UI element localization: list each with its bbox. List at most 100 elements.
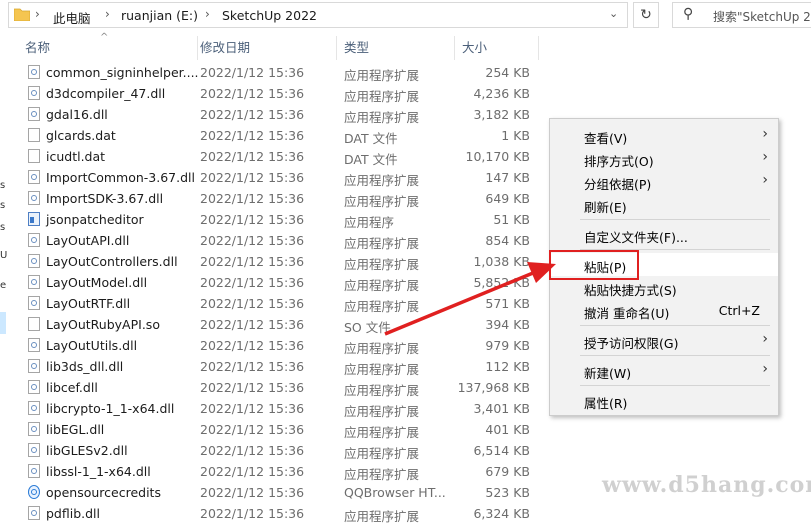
menu-item-new[interactable]: 新建(W) › [550, 359, 778, 382]
file-size: 571 KB [485, 296, 530, 311]
file-row[interactable]: LayOutControllers.dll 2022/1/12 15:36 应用程序… [20, 251, 540, 272]
file-type: 应用程序扩展 [344, 404, 420, 419]
menu-item-undo[interactable]: 撤消 重命名(U) Ctrl+Z [550, 299, 778, 322]
address-bar[interactable]: › 此电脑 › ruanjian (E:) › SketchUp 2022 ⌄ [8, 2, 628, 28]
refresh-button[interactable]: ↻ [633, 2, 659, 28]
breadcrumb-separator-icon: › [205, 7, 210, 21]
file-date: 2022/1/12 15:36 [200, 149, 305, 164]
menu-item-refresh[interactable]: 刷新(E) [550, 193, 778, 216]
file-type: 应用程序扩展 [344, 446, 420, 461]
file-date: 2022/1/12 15:36 [200, 380, 305, 395]
watermark: www.d5hang.com [602, 472, 811, 498]
file-type: 应用程序扩展 [344, 383, 420, 398]
file-date: 2022/1/12 15:36 [200, 443, 305, 458]
file-row[interactable]: LayOutRTF.dll 2022/1/12 15:36 应用程序扩展 571 KB [20, 293, 540, 314]
file-name: glcards.dat [46, 128, 116, 143]
file-row[interactable]: lib3ds_dll.dll 2022/1/12 15:36 应用程序扩展 112 K… [20, 356, 540, 377]
file-row[interactable]: LayOutAPI.dll 2022/1/12 15:36 应用程序扩展 854 KB [20, 230, 540, 251]
file-name: ImportCommon-3.67.dll [46, 170, 195, 185]
breadcrumb-drive[interactable]: ruanjian (E:) [121, 8, 198, 23]
chevron-right-icon: › [762, 331, 768, 347]
column-header-date[interactable]: 修改日期 [198, 36, 337, 60]
file-row[interactable]: jsonpatcheditor 2022/1/12 15:36 应用程序 51 KB [20, 209, 540, 230]
file-type: 应用程序扩展 [344, 68, 420, 83]
file-size: 147 KB [485, 170, 530, 185]
file-row[interactable]: LayOutRubyAPI.so 2022/1/12 15:36 SO 文件 394 … [20, 314, 540, 335]
file-row[interactable]: libcef.dll 2022/1/12 15:36 应用程序扩展 137,968 K… [20, 377, 540, 398]
dll-icon [28, 86, 40, 100]
menu-item-give-access[interactable]: 授予访问权限(G) › [550, 329, 778, 352]
file-row[interactable]: LayOutUtils.dll 2022/1/12 15:36 应用程序扩展 979 … [20, 335, 540, 356]
nav-item-fragment[interactable]: e [0, 280, 6, 291]
nav-item-fragment[interactable]: U [0, 250, 7, 261]
file-name: libcef.dll [46, 380, 98, 395]
breadcrumb-folder[interactable]: SketchUp 2022 [222, 8, 317, 23]
menu-item-customize-folder[interactable]: 自定义文件夹(F)... [550, 223, 778, 246]
file-row[interactable]: glcards.dat 2022/1/12 15:36 DAT 文件 1 KB [20, 125, 540, 146]
file-row[interactable]: LayOutModel.dll 2022/1/12 15:36 应用程序扩展 5,85… [20, 272, 540, 293]
file-date: 2022/1/12 15:36 [200, 338, 305, 353]
file-icon [28, 128, 40, 142]
file-type: 应用程序扩展 [344, 236, 420, 251]
file-type: 应用程序扩展 [344, 194, 420, 209]
file-type: 应用程序扩展 [344, 257, 420, 272]
file-date: 2022/1/12 15:36 [200, 254, 305, 269]
dll-icon [28, 107, 40, 121]
navigation-pane[interactable]: s s s U e [0, 32, 10, 520]
file-name: d3dcompiler_47.dll [46, 86, 166, 101]
file-row[interactable]: opensourcecredits 2022/1/12 15:36 QQBrowse… [20, 482, 540, 503]
file-row[interactable]: libEGL.dll 2022/1/12 15:36 应用程序扩展 401 KB [20, 419, 540, 440]
file-row[interactable]: ImportCommon-3.67.dll 2022/1/12 15:36 应用程序… [20, 167, 540, 188]
address-toolbar: › 此电脑 › ruanjian (E:) › SketchUp 2022 ⌄ … [0, 0, 811, 32]
breadcrumb-this-pc[interactable]: 此电脑 [53, 8, 91, 27]
file-type: 应用程序 [344, 215, 395, 230]
paste-highlight-box [549, 250, 639, 280]
file-type: 应用程序扩展 [344, 173, 420, 188]
file-row[interactable]: d3dcompiler_47.dll 2022/1/12 15:36 应用程序扩展 4… [20, 83, 540, 104]
menu-separator [580, 325, 770, 326]
search-box[interactable]: ⚲ 搜索"SketchUp 20 [672, 2, 811, 28]
file-row[interactable]: gdal16.dll 2022/1/12 15:36 应用程序扩展 3,182 KB [20, 104, 540, 125]
breadcrumb-separator-icon: › [105, 7, 110, 21]
dll-icon [28, 170, 40, 184]
column-header-label: 大小 [462, 40, 488, 55]
file-row[interactable]: icudtl.dat 2022/1/12 15:36 DAT 文件 10,170 KB [20, 146, 540, 167]
chevron-right-icon: › [762, 172, 768, 188]
menu-separator [580, 355, 770, 356]
file-date: 2022/1/12 15:36 [200, 317, 305, 332]
column-header-type[interactable]: 类型 [342, 36, 455, 60]
file-row[interactable]: ImportSDK-3.67.dll 2022/1/12 15:36 应用程序扩展 6… [20, 188, 540, 209]
file-name: libEGL.dll [46, 422, 105, 437]
dll-icon [28, 464, 40, 478]
file-row[interactable]: pdflib.dll 2022/1/12 15:36 应用程序扩展 6,324 KB [20, 503, 540, 524]
file-icon [28, 149, 40, 163]
file-type: 应用程序扩展 [344, 299, 420, 314]
menu-item-label: 分组依据(P) [584, 177, 652, 192]
nav-item-fragment[interactable]: s [0, 200, 5, 211]
breadcrumb-separator-icon: › [35, 7, 40, 21]
file-row[interactable]: libssl-1_1-x64.dll 2022/1/12 15:36 应用程序扩展 6… [20, 461, 540, 482]
file-size: 51 KB [493, 212, 530, 227]
file-row[interactable]: common_signinhelper.... 2022/1/12 15:36 应用… [20, 62, 540, 83]
nav-item-fragment[interactable]: s [0, 222, 5, 233]
column-header-name[interactable]: 名称 [20, 36, 198, 60]
file-name: opensourcecredits [46, 485, 161, 500]
menu-item-shortcut: Ctrl+Z [718, 303, 760, 318]
dll-icon [28, 65, 40, 79]
menu-item-sort[interactable]: 排序方式(O) › [550, 147, 778, 170]
file-name: LayOutAPI.dll [46, 233, 130, 248]
file-size: 4,236 KB [473, 86, 530, 101]
menu-item-view[interactable]: 查看(V) › [550, 124, 778, 147]
file-name: gdal16.dll [46, 107, 108, 122]
file-size: 649 KB [485, 191, 530, 206]
file-row[interactable]: libGLESv2.dll 2022/1/12 15:36 应用程序扩展 6,514 … [20, 440, 540, 461]
menu-item-label: 粘贴快捷方式(S) [584, 283, 677, 298]
menu-item-group[interactable]: 分组依据(P) › [550, 170, 778, 193]
nav-item-fragment[interactable]: s [0, 180, 5, 191]
chevron-down-icon[interactable]: ⌄ [609, 7, 618, 20]
search-placeholder: 搜索"SketchUp 20 [713, 10, 811, 24]
menu-item-properties[interactable]: 属性(R) [550, 389, 778, 412]
file-size: 137,968 KB [457, 380, 530, 395]
column-header-size[interactable]: 大小 [460, 36, 539, 60]
file-row[interactable]: libcrypto-1_1-x64.dll 2022/1/12 15:36 应用程序… [20, 398, 540, 419]
